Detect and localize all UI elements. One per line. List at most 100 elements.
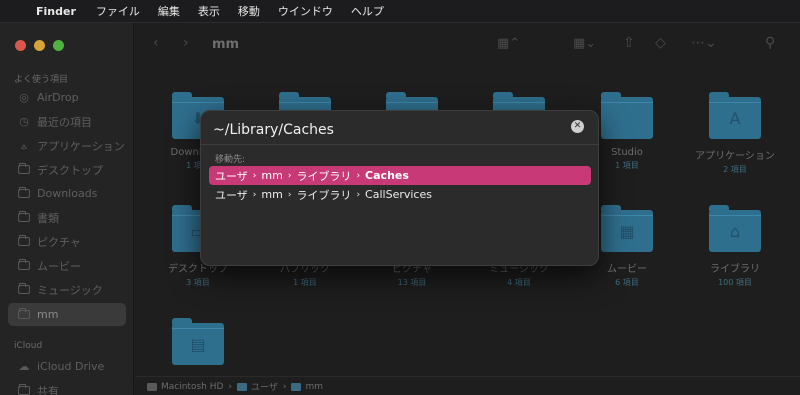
folder-icon xyxy=(17,163,31,177)
suggestion-target: CallServices xyxy=(365,188,432,201)
sidebar-item-shared[interactable]: 共有 xyxy=(8,379,126,395)
suggestion-part: ライブラリ xyxy=(296,188,352,202)
sidebar-item-label: mm xyxy=(37,308,59,321)
sidebar-item-label: ムービー xyxy=(37,259,81,273)
sidebar-item-airdrop[interactable]: ◎ AirDrop xyxy=(8,86,126,109)
folder-item[interactable]: ▤ xyxy=(145,318,251,365)
chevron-right-icon: › xyxy=(252,189,257,200)
action-icon[interactable]: ⋯⌄ xyxy=(691,35,717,51)
folder-count: 100 項目 xyxy=(718,278,752,287)
path-item-home[interactable]: mm xyxy=(305,382,323,392)
sidebar-item-desktop[interactable]: デスクトップ xyxy=(8,158,126,181)
folder-icon xyxy=(601,92,653,139)
folder-icon xyxy=(17,235,31,249)
suggestion-part: mm xyxy=(261,188,283,201)
sidebar-header-favorites: よく使う項目 xyxy=(14,75,69,85)
sidebar-item-label: デスクトップ xyxy=(37,163,103,177)
folder-icon xyxy=(291,382,302,391)
chevron-right-icon: › xyxy=(252,170,257,181)
sidebar-item-home[interactable]: mm xyxy=(8,303,126,326)
suggestion-part: ユーザ xyxy=(215,188,248,202)
share-icon[interactable]: ⇧ xyxy=(623,35,635,51)
forward-icon[interactable]: › xyxy=(183,35,189,51)
toolbar: ‹ › mm ▦⌃ ▦⌄ ⇧ ◇ ⋯⌄ ⚲ xyxy=(135,23,800,67)
suggestion-target: Caches xyxy=(365,169,409,182)
menu-help[interactable]: ヘルプ xyxy=(351,3,384,19)
folder-name: アプリケーション xyxy=(695,151,775,162)
documents-folder-icon: ▤ xyxy=(172,318,224,365)
path-input[interactable] xyxy=(213,117,568,143)
clock-icon: ◷ xyxy=(19,115,29,128)
suggestion-part: mm xyxy=(261,169,283,182)
menu-go[interactable]: 移動 xyxy=(238,3,260,19)
view-mode-icon[interactable]: ▦⌃ xyxy=(497,36,520,51)
applications-folder-icon: A xyxy=(709,92,761,139)
sidebar-item-label: ミュージック xyxy=(37,283,103,297)
close-window-button[interactable] xyxy=(15,40,26,51)
menu-edit[interactable]: 編集 xyxy=(158,3,180,19)
folder-count: 3 項目 xyxy=(186,278,210,287)
folder-count: 6 項目 xyxy=(615,278,639,287)
path-item-macintosh-hd[interactable]: Macintosh HD xyxy=(161,382,223,392)
suggestion-part: ライブラリ xyxy=(296,169,352,183)
sidebar-item-downloads[interactable]: Downloads xyxy=(8,182,126,205)
cloud-icon: ☁ xyxy=(18,360,30,373)
airdrop-icon: ◎ xyxy=(19,91,29,104)
folder-item[interactable]: A アプリケーション 2 項目 xyxy=(682,92,788,175)
sidebar-item-applications[interactable]: ⟑ アプリケーション xyxy=(8,134,126,157)
sidebar-item-label: 最近の項目 xyxy=(37,115,92,129)
folder-count: 1 項目 xyxy=(293,278,317,287)
sidebar: よく使う項目 ◎ AirDrop ◷ 最近の項目 ⟑ アプリケーション デスクト… xyxy=(0,23,134,395)
folder-icon xyxy=(17,283,31,297)
path-bar: Macintosh HD › ユーザ › mm xyxy=(135,376,800,395)
folder-item[interactable]: ⌂ ライブラリ 100 項目 xyxy=(682,205,788,288)
clear-icon[interactable]: ✕ xyxy=(571,120,584,133)
sidebar-item-label: 共有 xyxy=(37,384,59,395)
section-label: 移動先: xyxy=(215,155,246,165)
suggestion-item[interactable]: ユーザ › mm › ライブラリ › Caches xyxy=(209,166,591,185)
menu-window[interactable]: ウインドウ xyxy=(278,3,333,19)
folder-count: 4 項目 xyxy=(507,278,531,287)
minimize-window-button[interactable] xyxy=(34,40,45,51)
menu-file[interactable]: ファイル xyxy=(96,3,140,19)
sidebar-header-icloud: iCloud xyxy=(14,341,43,351)
sidebar-item-music[interactable]: ミュージック xyxy=(8,278,126,301)
suggestion-part: ユーザ xyxy=(215,169,248,183)
folder-count: 13 項目 xyxy=(397,278,427,287)
chevron-right-icon: › xyxy=(287,189,292,200)
menu-view[interactable]: 表示 xyxy=(198,3,220,19)
sidebar-item-label: Downloads xyxy=(37,187,98,200)
group-icon[interactable]: ▦⌄ xyxy=(573,36,596,51)
sidebar-item-pictures[interactable]: ピクチャ xyxy=(8,230,126,253)
chevron-right-icon: › xyxy=(282,381,287,392)
folder-icon xyxy=(17,259,31,273)
shared-icon xyxy=(17,384,31,395)
chevron-right-icon: › xyxy=(228,381,233,392)
movies-folder-icon: ▦ xyxy=(601,205,653,252)
tag-icon[interactable]: ◇ xyxy=(655,35,666,51)
library-folder-icon: ⌂ xyxy=(709,205,761,252)
folder-icon xyxy=(17,211,31,225)
back-icon[interactable]: ‹ xyxy=(153,35,159,51)
sidebar-item-recents[interactable]: ◷ 最近の項目 xyxy=(8,110,126,133)
sidebar-item-label: アプリケーション xyxy=(37,139,125,153)
sidebar-item-icloud-drive[interactable]: ☁ iCloud Drive xyxy=(8,355,126,378)
path-item-users[interactable]: ユーザ xyxy=(251,380,278,393)
chevron-right-icon: › xyxy=(356,189,361,200)
suggestion-item[interactable]: ユーザ › mm › ライブラリ › CallServices xyxy=(209,185,591,204)
folder-name: ライブラリ xyxy=(710,264,760,275)
chevron-right-icon: › xyxy=(356,170,361,181)
window-title: mm xyxy=(212,37,240,52)
sidebar-item-documents[interactable]: 書類 xyxy=(8,206,126,229)
menu-finder[interactable]: Finder xyxy=(36,5,76,18)
sidebar-item-label: AirDrop xyxy=(37,91,79,104)
chevron-right-icon: › xyxy=(287,170,292,181)
hard-drive-icon xyxy=(147,382,157,391)
applications-icon: ⟑ xyxy=(20,138,28,152)
sidebar-item-label: iCloud Drive xyxy=(37,360,105,373)
zoom-window-button[interactable] xyxy=(53,40,64,51)
folder-icon xyxy=(17,308,31,322)
sidebar-item-movies[interactable]: ムービー xyxy=(8,254,126,277)
go-to-folder-dialog: ✕ 移動先: ユーザ › mm › ライブラリ › Caches ユーザ › m… xyxy=(200,110,599,266)
search-icon[interactable]: ⚲ xyxy=(765,35,775,51)
